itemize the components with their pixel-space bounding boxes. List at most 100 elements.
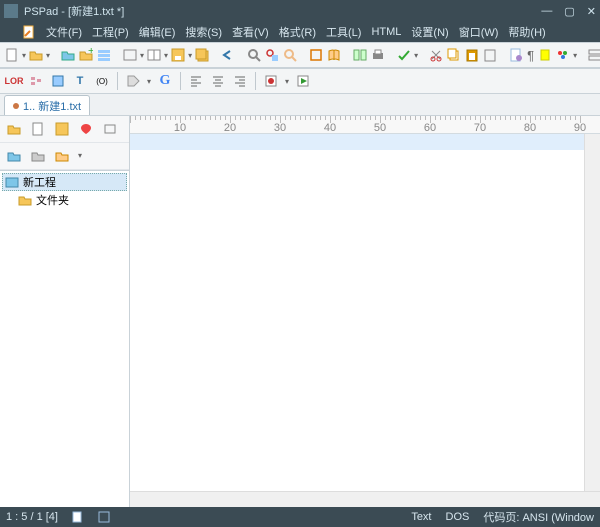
menu-search[interactable]: 搜索(S) bbox=[185, 24, 222, 40]
document-tab[interactable]: 1.. 新建1.txt bbox=[4, 95, 90, 115]
svg-text:+: + bbox=[88, 48, 93, 57]
panel-view-button[interactable] bbox=[100, 119, 120, 139]
hash-button[interactable] bbox=[48, 71, 68, 91]
close-button[interactable]: ✕ bbox=[587, 5, 596, 18]
main-area: ▾ 新工程 文件夹 102030405060708090 bbox=[0, 116, 600, 507]
panel-tools-1 bbox=[0, 116, 129, 143]
find-in-files-button[interactable] bbox=[264, 45, 280, 65]
hex-dropdown[interactable]: ▾ bbox=[140, 46, 144, 64]
clipboard-button[interactable] bbox=[482, 45, 498, 65]
copy-button[interactable] bbox=[446, 45, 462, 65]
show-formatting-button[interactable]: ¶ bbox=[526, 45, 535, 65]
project-tree[interactable]: 新工程 文件夹 bbox=[0, 170, 129, 507]
menu-html[interactable]: HTML bbox=[371, 26, 401, 38]
menu-view[interactable]: 查看(V) bbox=[232, 24, 269, 40]
titlebar: PSPad - [新建1.txt *] — ▢ ✕ bbox=[0, 0, 600, 22]
current-line-highlight bbox=[130, 134, 584, 150]
find-next-button[interactable] bbox=[282, 45, 298, 65]
tree-root-label: 新工程 bbox=[23, 174, 56, 190]
panel-new-button[interactable] bbox=[28, 119, 48, 139]
panel-favorite-button[interactable] bbox=[76, 119, 96, 139]
files-list-button[interactable] bbox=[96, 45, 112, 65]
ascii-button[interactable]: (O) bbox=[92, 71, 112, 91]
separator bbox=[117, 72, 118, 90]
paste-button[interactable] bbox=[464, 45, 480, 65]
new-file-button[interactable] bbox=[4, 45, 20, 65]
record-dropdown[interactable]: ▾ bbox=[283, 72, 291, 90]
vertical-scrollbar[interactable] bbox=[584, 134, 600, 491]
text-area[interactable] bbox=[130, 134, 584, 491]
record-button[interactable] bbox=[261, 71, 281, 91]
doc-settings-button[interactable] bbox=[508, 45, 524, 65]
save-all-button[interactable] bbox=[194, 45, 210, 65]
tile-h-button[interactable] bbox=[587, 45, 600, 65]
save-button[interactable] bbox=[170, 45, 186, 65]
color-picker-button[interactable] bbox=[555, 45, 571, 65]
maximize-button[interactable]: ▢ bbox=[564, 5, 574, 18]
minimize-button[interactable]: — bbox=[541, 5, 552, 18]
panel-tools-2: ▾ bbox=[0, 143, 129, 170]
panel-dropdown[interactable]: ▾ bbox=[76, 146, 84, 164]
app-icon bbox=[4, 4, 18, 18]
menu-settings[interactable]: 设置(N) bbox=[411, 24, 448, 40]
save-dropdown[interactable]: ▾ bbox=[188, 46, 192, 64]
play-macro-button[interactable] bbox=[293, 71, 313, 91]
panel-folder-open-button[interactable] bbox=[4, 119, 24, 139]
panel-add-folder-button[interactable] bbox=[4, 146, 24, 166]
panel-refresh-button[interactable] bbox=[52, 146, 72, 166]
cut-button[interactable] bbox=[428, 45, 444, 65]
modified-dot-icon bbox=[13, 103, 19, 109]
add-file-button[interactable]: + bbox=[78, 45, 94, 65]
open-file-dropdown[interactable]: ▾ bbox=[46, 46, 50, 64]
highlighter-icon[interactable] bbox=[537, 45, 553, 65]
new-file-dropdown[interactable]: ▾ bbox=[22, 46, 26, 64]
macro-button[interactable] bbox=[308, 45, 324, 65]
menu-tools[interactable]: 工具(L) bbox=[326, 24, 361, 40]
google-button[interactable]: G bbox=[155, 71, 175, 91]
open-project-button[interactable] bbox=[60, 45, 76, 65]
spell-dropdown[interactable]: ▾ bbox=[414, 46, 418, 64]
panel-remove-button[interactable] bbox=[28, 146, 48, 166]
status-export-icon[interactable] bbox=[98, 511, 110, 523]
lorem-button[interactable]: LOR bbox=[4, 71, 24, 91]
color-dropdown[interactable]: ▾ bbox=[573, 46, 577, 64]
panel-save-button[interactable] bbox=[52, 119, 72, 139]
folder-icon bbox=[18, 193, 32, 207]
view-dropdown[interactable]: ▾ bbox=[164, 46, 168, 64]
window-title: PSPad - [新建1.txt *] bbox=[24, 3, 541, 19]
undo-button[interactable] bbox=[220, 45, 236, 65]
tree-root[interactable]: 新工程 bbox=[2, 173, 127, 191]
menu-file[interactable]: 文件(F) bbox=[46, 24, 82, 40]
edit-doc-icon[interactable] bbox=[22, 25, 36, 39]
spell-check-button[interactable] bbox=[396, 45, 412, 65]
tree-folder[interactable]: 文件夹 bbox=[2, 191, 127, 209]
status-syntax[interactable]: Text bbox=[411, 511, 431, 523]
open-file-button[interactable] bbox=[28, 45, 44, 65]
status-doc-icon[interactable] bbox=[72, 511, 84, 523]
align-right-button[interactable] bbox=[230, 71, 250, 91]
print-button[interactable] bbox=[370, 45, 386, 65]
horizontal-scrollbar[interactable] bbox=[130, 491, 600, 507]
align-left-button[interactable] bbox=[186, 71, 206, 91]
menu-help[interactable]: 帮助(H) bbox=[508, 24, 545, 40]
menu-edit[interactable]: 编辑(E) bbox=[139, 24, 176, 40]
status-position: 1 : 5 / 1 [4] bbox=[6, 511, 58, 523]
view-docs-button[interactable] bbox=[146, 45, 162, 65]
text-tool-button[interactable]: T bbox=[70, 71, 90, 91]
tag-icon[interactable] bbox=[123, 71, 143, 91]
tab-label: 1.. 新建1.txt bbox=[23, 98, 81, 114]
tag-dropdown[interactable]: ▾ bbox=[145, 72, 153, 90]
book-open-icon[interactable] bbox=[326, 45, 342, 65]
hex-button[interactable] bbox=[122, 45, 138, 65]
code-explorer-button[interactable] bbox=[26, 71, 46, 91]
window-controls: — ▢ ✕ bbox=[541, 5, 596, 18]
project-panel: ▾ 新工程 文件夹 bbox=[0, 116, 130, 507]
menu-format[interactable]: 格式(R) bbox=[279, 24, 316, 40]
menu-project[interactable]: 工程(P) bbox=[92, 24, 129, 40]
menu-window[interactable]: 窗口(W) bbox=[459, 24, 499, 40]
find-button[interactable] bbox=[246, 45, 262, 65]
align-center-button[interactable] bbox=[208, 71, 228, 91]
compare-button[interactable] bbox=[352, 45, 368, 65]
status-eol[interactable]: DOS bbox=[446, 511, 470, 523]
status-codepage[interactable]: 代码页: ANSI (Window bbox=[483, 509, 594, 525]
